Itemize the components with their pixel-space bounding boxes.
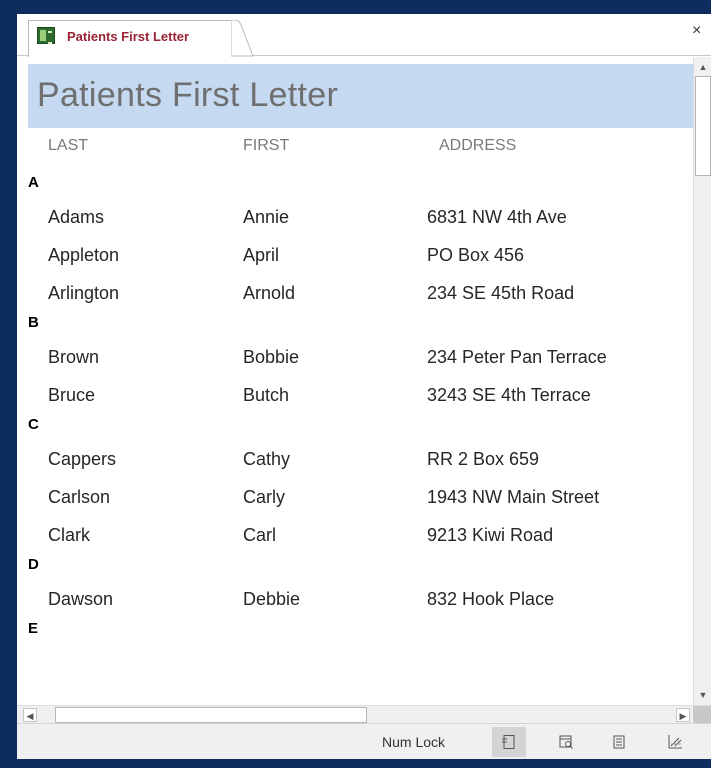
table-cell-first: Arnold (243, 283, 296, 303)
table-cell-last: Brown (48, 347, 100, 367)
table-cell-address: 6831 NW 4th Ave (427, 207, 567, 227)
column-header-address: ADDRESS (439, 137, 517, 154)
table-cell-address: RR 2 Box 659 (427, 449, 540, 469)
table-cell-address: 1943 NW Main Street (427, 487, 600, 507)
table-cell-address: 3243 SE 4th Terrace (427, 385, 591, 405)
table-cell-last: Dawson (48, 589, 114, 609)
chevron-down-icon[interactable]: ▼ (696, 688, 710, 702)
column-header-first: FIRST (243, 137, 290, 154)
table-cell-address: 234 Peter Pan Terrace (427, 347, 607, 367)
group-header-letter: D (28, 556, 39, 573)
table-cell-address: PO Box 456 (427, 245, 525, 265)
report-body: Patients First Letter LAST FIRST ADDRESS… (17, 57, 693, 705)
table-cell-last: Appleton (48, 245, 120, 265)
table-cell-first: Carly (243, 487, 286, 507)
table-cell-first: Annie (243, 207, 290, 227)
document-tab-strip: Patients First Letter × (17, 14, 711, 57)
group-header-letter: A (28, 174, 39, 191)
table-cell-last: Arlington (48, 283, 120, 303)
print-preview-button[interactable] (549, 727, 583, 757)
table-cell-first: Bobbie (243, 347, 300, 367)
report-icon (37, 27, 55, 44)
table-cell-last: Bruce (48, 385, 96, 405)
group-header-letter: C (28, 416, 39, 433)
report-view-button[interactable] (492, 727, 526, 757)
design-view-button[interactable] (658, 727, 692, 757)
table-cell-last: Carlson (48, 487, 111, 507)
report-header-band: Patients First Letter (28, 64, 693, 128)
print-preview-icon (559, 735, 573, 749)
group-header-letter: B (28, 314, 39, 331)
layout-view-icon (613, 735, 625, 749)
table-cell-address: 832 Hook Place (427, 589, 555, 609)
layout-view-button[interactable] (602, 727, 636, 757)
table-cell-first: Carl (243, 525, 277, 545)
horizontal-scrollbar[interactable]: ◀ ▶ (17, 705, 711, 724)
access-window: Patients First Letter × Patients First L… (0, 0, 711, 768)
table-cell-address: 234 SE 45th Road (427, 283, 575, 303)
design-view-icon (668, 735, 682, 749)
tab-patients-first-letter[interactable]: Patients First Letter (28, 20, 235, 57)
table-cell-address: 9213 Kiwi Road (427, 525, 554, 545)
vertical-scrollbar[interactable]: ▲ ▼ (693, 57, 711, 705)
frame-top-border (0, 0, 711, 14)
table-cell-first: Debbie (243, 589, 301, 609)
column-header-last: LAST (48, 137, 89, 154)
report-view-icon (502, 735, 515, 749)
horizontal-scroll-thumb[interactable] (55, 707, 367, 723)
scrollbar-corner (693, 706, 711, 724)
close-icon[interactable]: × (692, 22, 701, 40)
tab-label: Patients First Letter (67, 29, 190, 44)
table-cell-first: April (243, 245, 280, 265)
vertical-scroll-thumb[interactable] (695, 76, 711, 176)
table-cell-last: Clark (48, 525, 91, 545)
tab-edge (231, 20, 254, 57)
table-cell-last: Cappers (48, 449, 117, 469)
chevron-right-icon[interactable]: ▶ (676, 708, 690, 722)
table-cell-first: Butch (243, 385, 290, 405)
frame-left-border (0, 0, 17, 768)
frame-bottom-border (0, 759, 711, 768)
chevron-up-icon[interactable]: ▲ (696, 60, 710, 74)
table-cell-last: Adams (48, 207, 105, 227)
document-window: Patients First Letter × Patients First L… (17, 14, 711, 759)
num-lock-indicator: Num Lock (382, 734, 446, 750)
status-bar: Num Lock (17, 723, 711, 759)
chevron-left-icon[interactable]: ◀ (23, 708, 37, 722)
table-cell-first: Cathy (243, 449, 291, 469)
report-title: Patients First Letter (37, 76, 339, 114)
group-header-letter: E (28, 620, 39, 637)
